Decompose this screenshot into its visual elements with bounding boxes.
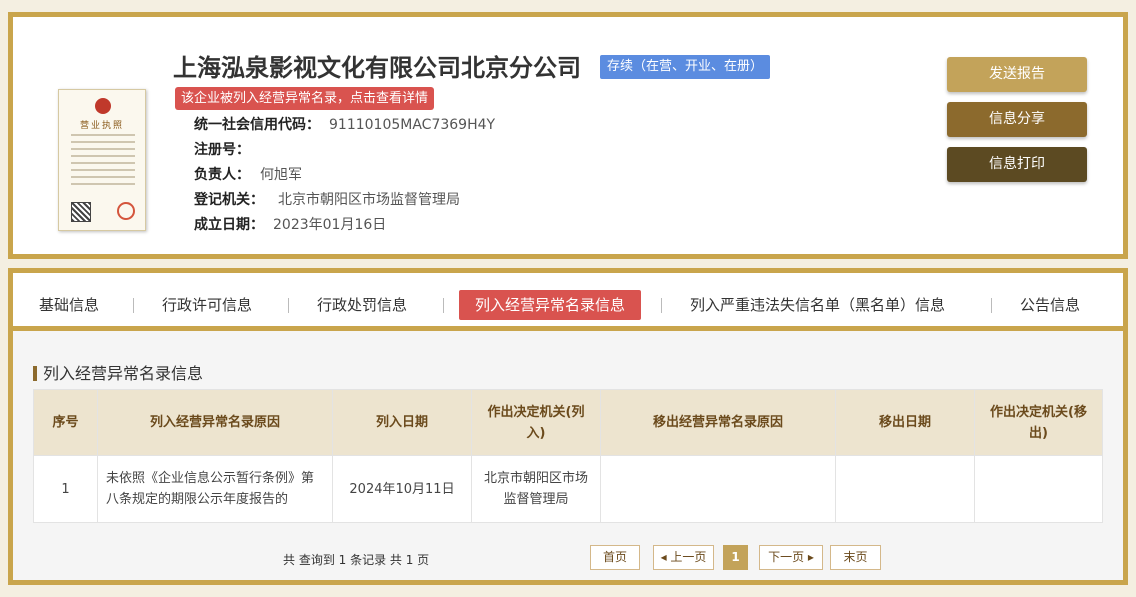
tab-admin-penalty[interactable]: 行政处罚信息 xyxy=(317,290,407,320)
tab-separator xyxy=(991,298,992,313)
share-info-button[interactable]: 信息分享 xyxy=(947,102,1087,137)
national-emblem-icon xyxy=(95,98,111,114)
establish-date-row: 成立日期： 2023年01月16日 xyxy=(194,215,386,235)
last-page-button[interactable]: 末页 xyxy=(830,545,881,570)
column-header: 序号 xyxy=(33,389,98,456)
tab-separator xyxy=(288,298,289,313)
registration-number-label: 注册号： xyxy=(194,142,250,158)
inclusion-date: 2024年10月11日 xyxy=(332,455,472,523)
credit-code-label: 统一社会信用代码： xyxy=(194,117,320,133)
business-license-image: 营业执照 xyxy=(58,89,146,231)
column-header: 作出决定机关(移出) xyxy=(974,389,1103,456)
abnormal-list-notice[interactable]: 该企业被列入经营异常名录，点击查看详情 xyxy=(175,87,435,110)
qr-code-icon xyxy=(71,202,91,222)
registration-number-row: 注册号： xyxy=(194,140,250,160)
license-text-lines xyxy=(71,134,135,190)
abnormal-records-table: 序号 列入经营异常名录原因 列入日期 作出决定机关(列入) 移出经营异常名录原因… xyxy=(33,389,1103,523)
credit-code-value: 91110105MAC7369H4Y xyxy=(329,117,496,133)
tab-separator xyxy=(661,298,662,313)
tab-announcements[interactable]: 公告信息 xyxy=(1020,290,1080,320)
prev-page-button[interactable]: ◂ 上一页 xyxy=(653,545,714,570)
column-header: 移出日期 xyxy=(835,389,975,456)
column-header: 列入经营异常名录原因 xyxy=(97,389,333,456)
table-header-row: 序号 列入经营异常名录原因 列入日期 作出决定机关(列入) 移出经营异常名录原因… xyxy=(33,389,1103,456)
license-title: 营业执照 xyxy=(79,121,124,131)
registration-authority-value: 北京市朝阳区市场监督管理局 xyxy=(278,192,460,208)
person-in-charge-value: 何旭军 xyxy=(260,167,302,183)
section-marker xyxy=(33,366,37,381)
inclusion-reason: 未依照《企业信息公示暂行条例》第八条规定的期限公示年度报告的 xyxy=(97,455,333,523)
first-page-button[interactable]: 首页 xyxy=(590,545,640,570)
company-header-panel: 营业执照 上海泓泉影视文化有限公司北京分公司 存续（在营、开业、在册） 该企业被… xyxy=(8,12,1128,259)
tab-abnormal-list[interactable]: 列入经营异常名录信息 xyxy=(459,290,642,320)
current-page[interactable]: 1 xyxy=(723,545,748,570)
official-seal-icon xyxy=(117,202,135,220)
removal-date xyxy=(835,455,975,523)
next-page-button[interactable]: 下一页 ▸ xyxy=(759,545,823,570)
print-info-button[interactable]: 信息打印 xyxy=(947,147,1087,182)
column-header: 列入日期 xyxy=(332,389,472,456)
section-title: 列入经营异常名录信息 xyxy=(33,360,203,384)
tab-separator xyxy=(443,298,444,313)
removal-authority xyxy=(974,455,1103,523)
status-badge: 存续（在营、开业、在册） xyxy=(600,55,771,79)
tab-bar: 基础信息 行政许可信息 行政处罚信息 列入经营异常名录信息 列入严重违法失信名单… xyxy=(13,273,1123,331)
table-row: 1 未依照《企业信息公示暂行条例》第八条规定的期限公示年度报告的 2024年10… xyxy=(33,455,1103,523)
section-title-text: 列入经营异常名录信息 xyxy=(43,364,204,383)
row-index: 1 xyxy=(33,455,98,523)
send-report-button[interactable]: 发送报告 xyxy=(947,57,1087,92)
registration-authority-row: 登记机关： 北京市朝阳区市场监督管理局 xyxy=(194,190,460,210)
company-name: 上海泓泉影视文化有限公司北京分公司 xyxy=(173,54,581,82)
inclusion-authority: 北京市朝阳区市场监督管理局 xyxy=(471,455,601,523)
column-header: 作出决定机关(列入) xyxy=(471,389,601,456)
removal-reason xyxy=(600,455,836,523)
person-in-charge-row: 负责人： 何旭军 xyxy=(194,165,302,185)
person-in-charge-label: 负责人： xyxy=(194,167,250,183)
establish-date-label: 成立日期： xyxy=(194,217,264,233)
credit-code-row: 统一社会信用代码： 91110105MAC7369H4Y xyxy=(194,115,495,135)
tab-admin-license[interactable]: 行政许可信息 xyxy=(162,290,252,320)
tab-blacklist[interactable]: 列入严重违法失信名单（黑名单）信息 xyxy=(690,290,945,320)
tab-separator xyxy=(133,298,134,313)
pagination-summary: 共 查询到 1 条记录 共 1 页 xyxy=(283,553,430,567)
column-header: 移出经营异常名录原因 xyxy=(600,389,836,456)
detail-panel: 基础信息 行政许可信息 行政处罚信息 列入经营异常名录信息 列入严重违法失信名单… xyxy=(8,268,1128,585)
registration-authority-label: 登记机关： xyxy=(194,192,264,208)
establish-date-value: 2023年01月16日 xyxy=(273,217,387,233)
tab-basic-info[interactable]: 基础信息 xyxy=(39,290,99,320)
